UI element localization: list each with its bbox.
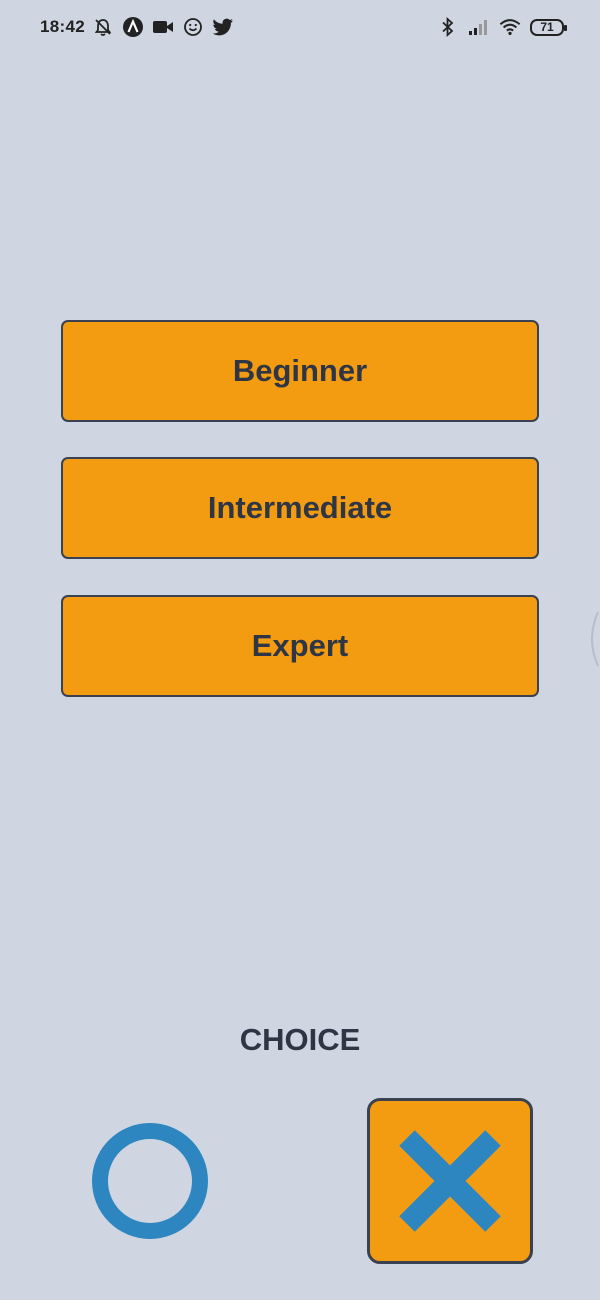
edge-swipe-handle[interactable] [582,608,600,670]
status-time: 18:42 [40,17,85,36]
bluetooth-icon [437,16,459,38]
app-icon [122,16,144,38]
beginner-button[interactable]: Beginner [61,320,539,422]
alarm-off-icon [92,16,114,38]
expert-button[interactable]: Expert [61,595,539,697]
status-bar: 18:42 71 [0,0,600,56]
battery-icon: 71 [530,18,567,36]
choice-label: CHOICE [239,1022,361,1057]
intermediate-button[interactable]: Intermediate [61,457,539,559]
signal-icon [468,16,490,38]
o-symbol-icon [92,1123,208,1239]
wifi-icon [499,16,521,38]
video-camera-icon [152,16,174,38]
status-icons-left [92,16,234,38]
smiley-icon [182,16,204,38]
twitter-icon [212,16,234,38]
choice-x-button[interactable] [367,1098,533,1264]
choice-o-button[interactable] [84,1115,216,1247]
x-symbol-icon [399,1130,501,1232]
status-icons-right: 71 [437,16,567,38]
